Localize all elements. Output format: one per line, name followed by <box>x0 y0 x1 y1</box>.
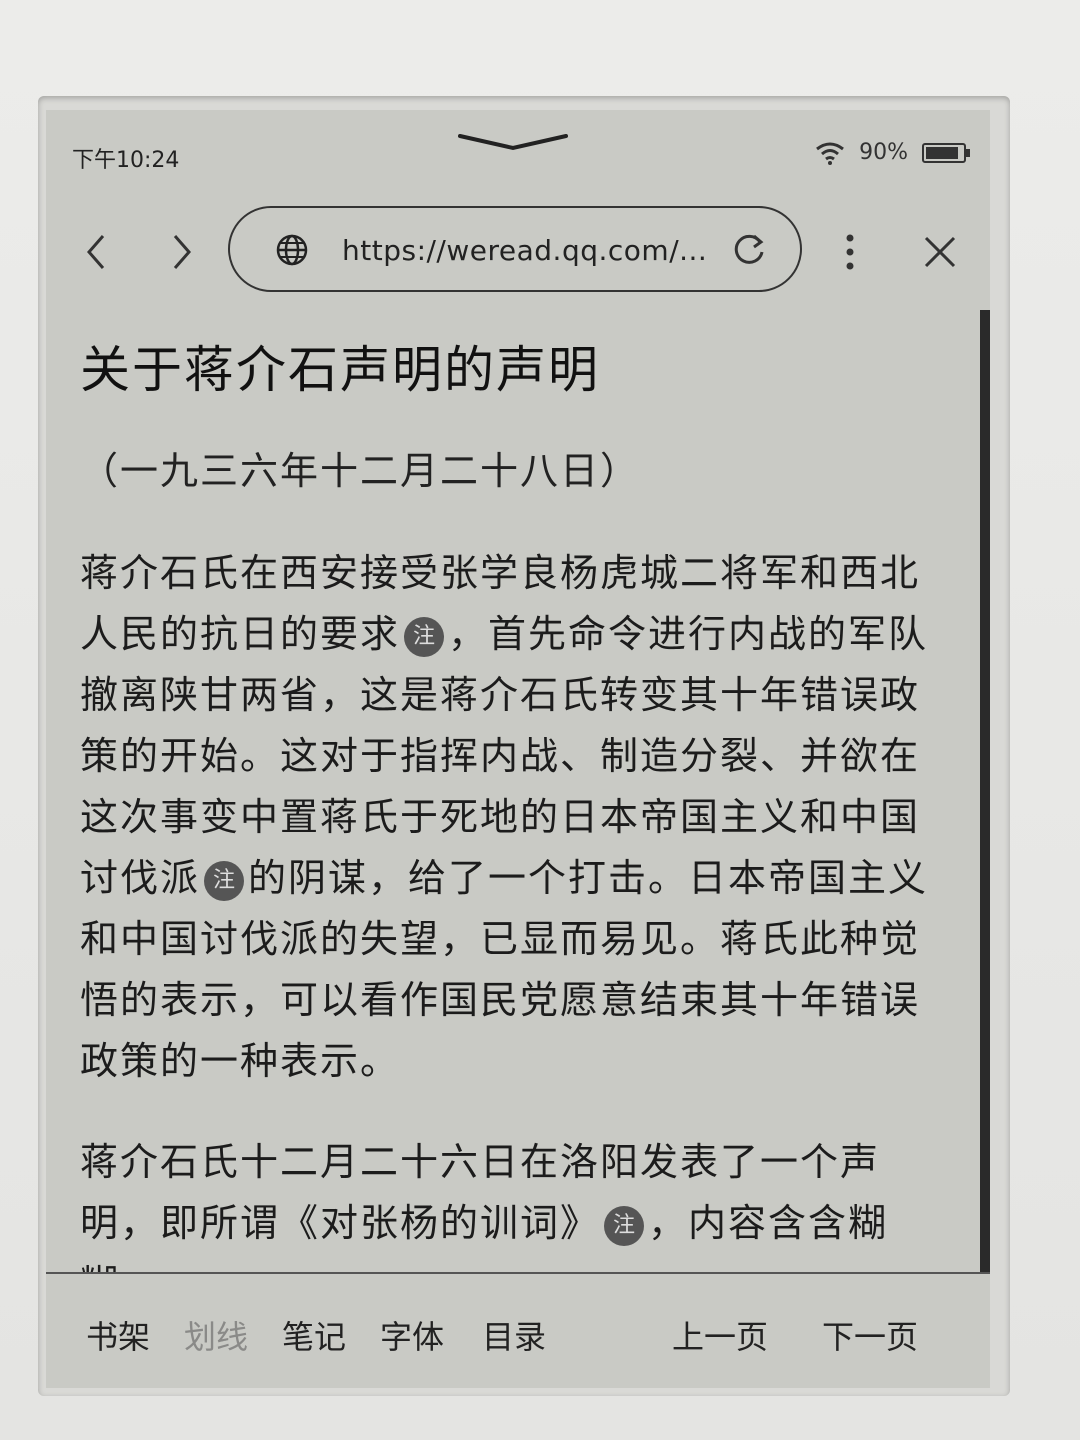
article-date: （一九三六年十二月二十八日） <box>80 449 641 493</box>
forward-button[interactable] <box>158 228 206 276</box>
article-content: 关于蒋介石声明的声明 （一九三六年十二月二十八日） 蒋介石氏在西安接受张学良杨虎… <box>80 330 940 1355</box>
device-bezel: 下午10:24 90% https://weread.qq.com/... 关于… <box>0 0 1080 1440</box>
chevron-left-icon <box>87 235 105 269</box>
more-vertical-icon <box>846 234 854 270</box>
back-button[interactable] <box>72 228 120 276</box>
battery-percent: 90% <box>859 140 908 165</box>
paragraph: 蒋介石氏在西安接受张学良杨虎城二将军和西北人民的抗日的要求注，首先命令进行内战的… <box>80 543 940 1092</box>
ereader-screen: 下午10:24 90% https://weread.qq.com/... 关于… <box>46 110 990 1388</box>
footnote-badge[interactable]: 注 <box>204 861 245 901</box>
wifi-icon <box>816 142 845 165</box>
underline-button[interactable]: 划线 <box>184 1312 248 1358</box>
globe-icon <box>276 234 308 266</box>
bookshelf-button[interactable]: 书架 <box>86 1312 150 1358</box>
browser-toolbar: https://weread.qq.com/... <box>46 206 990 302</box>
font-button[interactable]: 字体 <box>380 1312 444 1358</box>
battery-icon <box>922 142 970 163</box>
refresh-icon[interactable] <box>732 232 766 266</box>
scrollbar[interactable] <box>980 310 990 1388</box>
close-icon <box>924 236 956 268</box>
reader-bottom-bar: 书架 划线 笔记 字体 目录 上一页 下一页 <box>46 1272 990 1388</box>
next-page-button[interactable]: 下一页 <box>822 1312 918 1358</box>
toc-button[interactable]: 目录 <box>482 1312 546 1358</box>
footnote-badge[interactable]: 注 <box>604 1206 645 1246</box>
pull-down-handle-icon[interactable] <box>458 132 568 152</box>
status-indicators: 90% <box>815 140 970 165</box>
chevron-right-icon <box>173 235 191 269</box>
close-button[interactable] <box>916 228 964 276</box>
article-title: 关于蒋介石声明的声明 <box>80 341 600 399</box>
battery-level <box>926 146 959 159</box>
url-text: https://weread.qq.com/... <box>342 234 708 267</box>
more-menu-button[interactable] <box>826 228 874 276</box>
status-time: 下午10:24 <box>72 148 180 173</box>
notes-button[interactable]: 笔记 <box>282 1312 346 1358</box>
url-bar[interactable]: https://weread.qq.com/... <box>228 206 802 292</box>
prev-page-button[interactable]: 上一页 <box>672 1312 768 1358</box>
footnote-badge[interactable]: 注 <box>404 617 445 657</box>
